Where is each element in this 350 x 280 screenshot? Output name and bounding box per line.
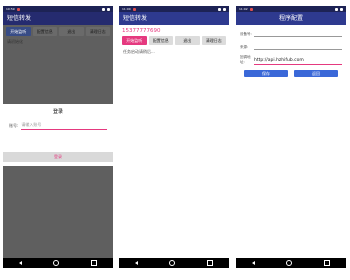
- exit-button[interactable]: 退出: [175, 36, 200, 45]
- nav-bar: [119, 258, 229, 268]
- phone-screen-main: 11:00 短信转发 15377777690 开始监听 配置信息 退出 清理日志…: [119, 6, 229, 268]
- home-nav-icon[interactable]: [169, 260, 176, 266]
- back-nav-icon[interactable]: [251, 261, 255, 265]
- back-nav-icon[interactable]: [134, 261, 138, 265]
- action-buttons: 开始监听 配置信息 退出 清理日志: [119, 34, 229, 45]
- config-info-button[interactable]: 配置信息: [32, 27, 57, 36]
- login-dialog: 登录 账号: 请输入账号 登录: [3, 104, 113, 166]
- status-message: 任务启动请稍后...: [123, 49, 155, 54]
- phone-number: 15377777690: [122, 28, 161, 34]
- recents-nav-icon[interactable]: [207, 260, 214, 266]
- account-label: 账号:: [9, 122, 19, 128]
- callback-field: 回调地址: http://api.hzhifub.com: [240, 55, 342, 65]
- start-listen-button[interactable]: 开始监听: [6, 27, 31, 36]
- home-nav-icon[interactable]: [286, 260, 293, 266]
- callback-input[interactable]: http://api.hzhifub.com: [254, 57, 342, 65]
- exit-button[interactable]: 退出: [59, 27, 84, 36]
- config-title: 程序配置: [236, 12, 346, 25]
- app-title: 短信转发: [3, 12, 113, 25]
- status-time: 10:59: [6, 7, 15, 11]
- nav-bar: [236, 258, 346, 268]
- nav-bar: [3, 258, 113, 268]
- account-input[interactable]: 请输入账号: [21, 121, 107, 130]
- source-input[interactable]: [254, 42, 342, 50]
- battery-icon: [340, 7, 343, 11]
- phone-screen-login: 10:59 短信转发 开始监听 配置信息 退出 清理日志 请初始化 登录 账号:…: [3, 6, 113, 268]
- save-button[interactable]: 保存: [244, 70, 288, 77]
- phone-screen-config: 11:02 程序配置 设备号: 来源: 回调地址: http://api.hzh…: [236, 6, 346, 268]
- wifi-icon: [335, 7, 338, 11]
- recents-nav-icon[interactable]: [91, 260, 98, 266]
- notification-icon: [16, 7, 20, 11]
- device-label: 设备号:: [240, 32, 252, 36]
- battery-icon: [107, 7, 110, 11]
- clear-log-button[interactable]: 清理日志: [85, 27, 110, 36]
- app-title: 短信转发: [119, 12, 229, 25]
- status-time: 11:00: [122, 7, 131, 11]
- clear-log-button[interactable]: 清理日志: [201, 36, 226, 45]
- start-listen-button[interactable]: 开始监听: [122, 36, 147, 45]
- wifi-icon: [102, 7, 105, 11]
- back-nav-icon[interactable]: [18, 261, 22, 265]
- home-nav-icon[interactable]: [53, 260, 60, 266]
- action-buttons: 开始监听 配置信息 退出 清理日志: [3, 25, 113, 36]
- config-buttons: 保存 返回: [236, 70, 346, 77]
- callback-label: 回调地址:: [240, 55, 251, 64]
- config-info-button[interactable]: 配置信息: [148, 36, 173, 45]
- init-label: 请初始化: [7, 39, 23, 44]
- device-field: 设备号:: [240, 29, 342, 37]
- dialog-title: 登录: [52, 109, 63, 115]
- wifi-icon: [218, 7, 221, 11]
- source-label: 来源:: [240, 45, 249, 49]
- back-button[interactable]: 返回: [294, 70, 338, 77]
- account-row: 账号: 请输入账号: [3, 121, 113, 130]
- login-button[interactable]: 登录: [3, 152, 113, 162]
- status-time: 11:02: [239, 7, 248, 11]
- source-field: 来源:: [240, 42, 342, 50]
- notification-icon: [249, 7, 253, 11]
- recents-nav-icon[interactable]: [324, 260, 331, 266]
- device-input[interactable]: [254, 29, 342, 37]
- notification-icon: [132, 7, 136, 11]
- config-form: 设备号: 来源: 回调地址: http://api.hzhifub.com: [236, 25, 346, 65]
- battery-icon: [223, 7, 226, 11]
